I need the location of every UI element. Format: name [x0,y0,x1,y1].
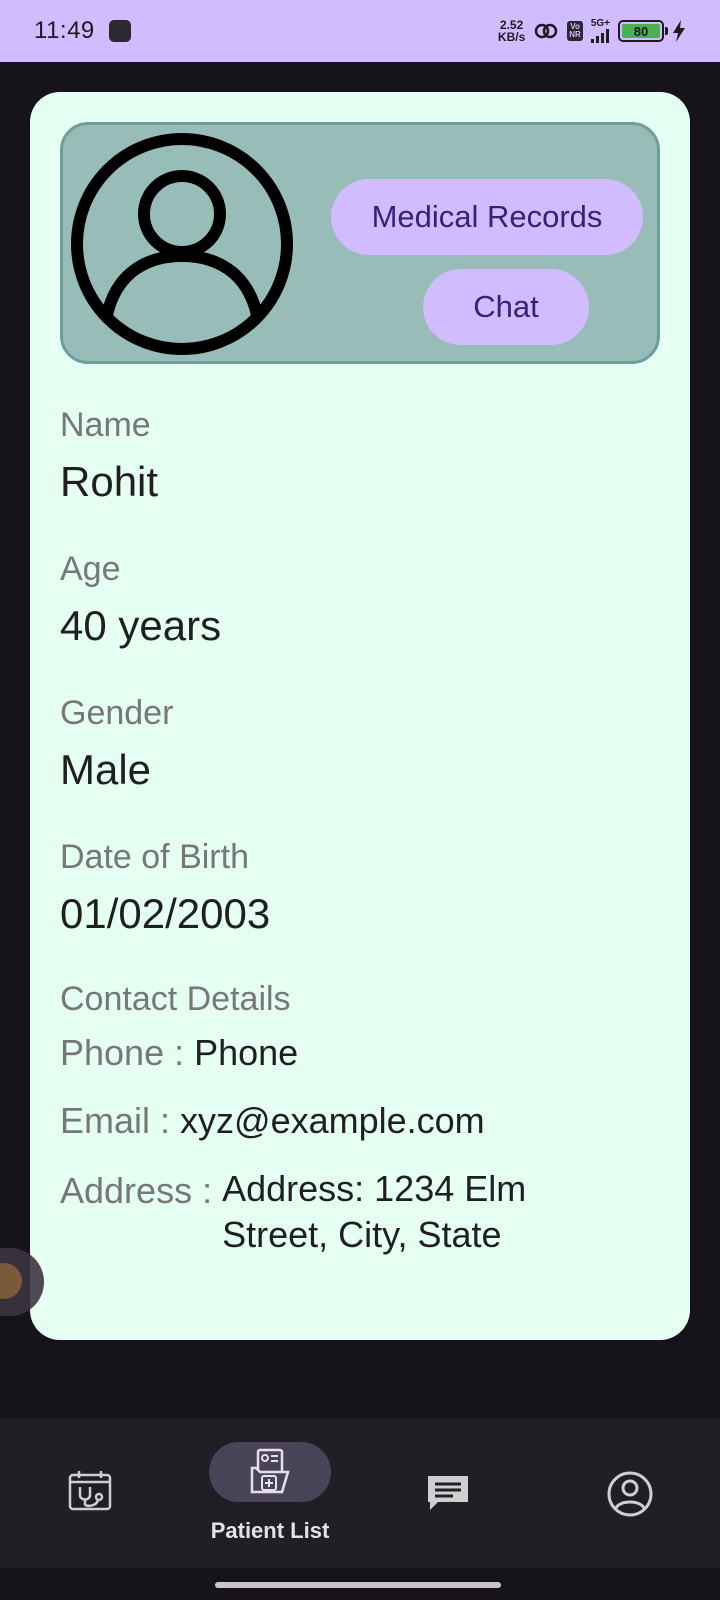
patient-header-panel: Medical Records Chat [60,122,660,364]
gesture-navigation-bar[interactable] [215,1582,501,1588]
dob-value: 01/02/2003 [60,890,271,937]
contact-details-title: Contact Details [60,980,291,1018]
address-value: Address: 1234 Elm Street, City, State [222,1168,527,1255]
phone-value[interactable]: Phone [194,1032,298,1074]
gender-label: Gender [60,694,174,732]
patient-detail-card: Medical Records Chat Name Rohit Age 40 y… [30,92,690,1340]
app-notification-icon [108,20,131,42]
chat-bubble-icon [428,1476,468,1510]
status-time: 11:49 [34,17,95,44]
network-speed-unit: KB/s [497,30,526,44]
battery-icon: 80 [618,20,668,42]
hotspot-icon [535,23,558,39]
person-circle-icon [71,133,293,355]
address-label: Address : [60,1170,223,1211]
volte-badge: Vo NR [567,21,583,41]
nav-item-appointments[interactable] [0,1418,180,1568]
nav-item-profile[interactable] [540,1418,720,1568]
volte-bottom: NR [569,30,581,39]
nav-item-patient-list[interactable]: Patient List [180,1418,360,1568]
nav-item-chats[interactable] [360,1418,540,1568]
signal-bars [590,29,609,43]
gender-value: Male [60,746,152,793]
dob-label: Date of Birth [60,838,249,876]
patient-list-icon [250,1448,290,1494]
chat-button[interactable]: Chat [423,269,589,345]
age-label: Age [60,550,121,588]
calendar-stethoscope-icon [68,1471,112,1511]
battery-level: 80 [622,24,660,39]
address-row: Address : Address: 1234 Elm Street, City… [60,1168,582,1258]
phone-label: Phone : [60,1032,195,1073]
name-label: Name [60,406,151,444]
age-value: 40 years [60,602,222,649]
status-bar: 11:49 2.52 KB/s Vo NR 5G+ 80 [0,0,720,62]
phone-row: Phone : Phone [60,1032,298,1074]
network-speed: 2.52 KB/s [498,19,525,43]
email-row: Email : xyz@example.com [60,1100,485,1142]
signal-icon: 5G+ [590,18,610,43]
medical-records-button[interactable]: Medical Records [331,179,643,255]
email-label: Email : [60,1100,181,1141]
profile-icon [607,1471,653,1517]
nav-label-patient-list: Patient List [210,1518,330,1543]
bottom-navigation: Patient List [0,1418,720,1568]
email-value[interactable]: xyz@example.com [180,1100,485,1142]
charging-bolt-icon [673,20,685,42]
name-value: Rohit [60,458,159,505]
status-indicators: 2.52 KB/s Vo NR 5G+ 80 [498,18,686,44]
network-type: 5G+ [590,18,610,29]
